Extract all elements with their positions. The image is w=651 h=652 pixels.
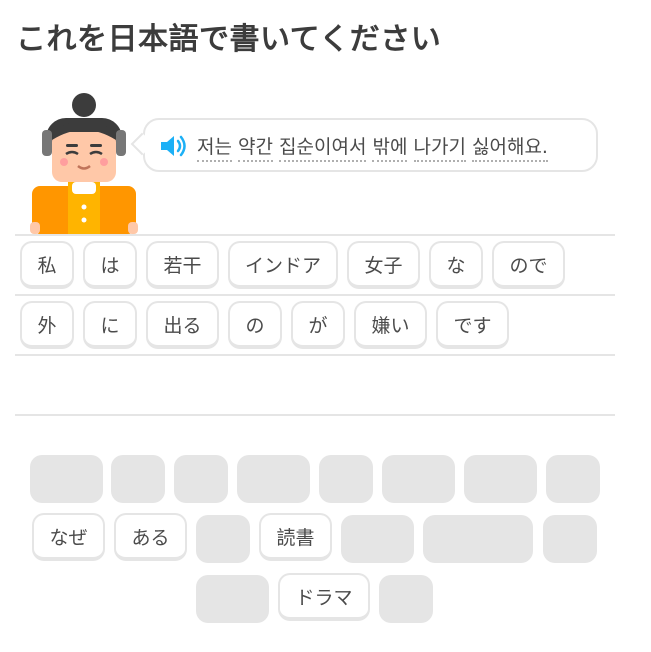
- empty-slot: [174, 455, 228, 503]
- prompt-word[interactable]: 집순이여서: [279, 136, 367, 162]
- empty-slot: [237, 455, 310, 503]
- answer-tile[interactable]: インドア: [228, 241, 338, 289]
- answer-tile[interactable]: は: [83, 241, 137, 289]
- answer-line: [15, 234, 615, 236]
- bank-tile[interactable]: ドラマ: [278, 573, 370, 621]
- empty-slot: [196, 515, 250, 563]
- answer-tile[interactable]: 出る: [146, 301, 219, 349]
- answer-tile[interactable]: 嫌い: [354, 301, 427, 349]
- empty-slot: [543, 515, 597, 563]
- speaker-icon[interactable]: [159, 133, 189, 159]
- page-title: これを日本語で書いてください: [16, 22, 442, 57]
- answer-tile[interactable]: 外: [20, 301, 74, 349]
- empty-slot: [341, 515, 414, 563]
- empty-slot: [464, 455, 537, 503]
- bank-tile[interactable]: 読書: [259, 513, 332, 561]
- character-illustration: [30, 93, 138, 234]
- answer-tile[interactable]: 私: [20, 241, 74, 289]
- answer-tile[interactable]: 女子: [347, 241, 420, 289]
- answer-tile[interactable]: が: [291, 301, 345, 349]
- answer-area: 私 は 若干 インドア 女子 な ので 外 に 出る の が 嫌い です: [15, 234, 615, 416]
- answer-line: [15, 294, 615, 296]
- empty-slot: [379, 575, 433, 623]
- prompt-word[interactable]: 싫어해요.: [472, 136, 548, 162]
- empty-slot: [196, 575, 269, 623]
- speech-bubble: 저는 약간 집순이여서 밖에 나가기 싫어해요.: [143, 118, 598, 172]
- empty-slot: [30, 455, 103, 503]
- empty-slot: [319, 455, 373, 503]
- empty-slot: [423, 515, 533, 563]
- answer-tile[interactable]: ので: [492, 241, 565, 289]
- answer-line: [15, 354, 615, 356]
- answer-tile[interactable]: です: [436, 301, 509, 349]
- prompt-word[interactable]: 약간: [238, 136, 273, 162]
- answer-line: [15, 414, 615, 416]
- bank-tile[interactable]: ある: [114, 513, 187, 561]
- prompt-word[interactable]: 저는: [197, 136, 232, 162]
- empty-slot: [382, 455, 455, 503]
- prompt-word[interactable]: 나가기: [413, 136, 466, 162]
- answer-tile[interactable]: の: [228, 301, 282, 349]
- empty-slot: [111, 455, 165, 503]
- answer-tile[interactable]: 若干: [146, 241, 219, 289]
- prompt-sentence: 저는 약간 집순이여서 밖에 나가기 싫어해요.: [197, 132, 548, 162]
- answer-tile[interactable]: な: [429, 241, 483, 289]
- exercise-page: これを日本語で書いてください 저는 약간 집순이여서 밖에 나가기 싫어해요. …: [0, 0, 651, 652]
- empty-slot: [546, 455, 600, 503]
- prompt-word[interactable]: 밖에: [372, 136, 408, 162]
- answer-tile[interactable]: に: [83, 301, 137, 349]
- bank-tile[interactable]: なぜ: [32, 513, 105, 561]
